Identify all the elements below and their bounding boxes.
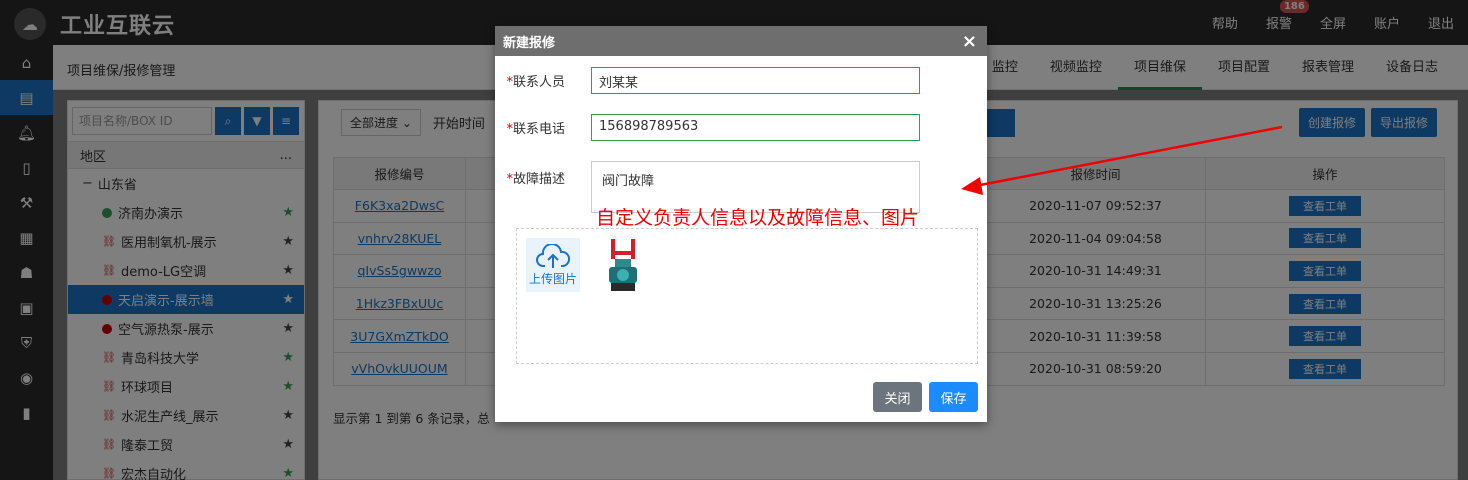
close-button[interactable]: 关闭: [873, 382, 922, 412]
annotation-text: 自定义负责人信息以及故障信息、图片: [596, 207, 920, 229]
valve-image-thumbnail[interactable]: [605, 237, 641, 295]
image-upload-area: 上传图片: [516, 228, 978, 364]
dialog-title: 新建报修: [503, 35, 556, 51]
phone-label: *联系电话: [506, 122, 565, 137]
description-label: *故障描述: [506, 172, 565, 187]
phone-row: *联系电话 156898789563: [495, 114, 920, 141]
upload-label: 上传图片: [528, 271, 577, 286]
phone-input[interactable]: 156898789563: [591, 114, 920, 141]
contact-row: *联系人员 刘某某: [495, 67, 920, 94]
cloud-upload-icon: [536, 243, 570, 268]
dialog-header: 新建报修 ×: [495, 26, 987, 56]
save-button[interactable]: 保存: [929, 382, 978, 412]
contact-input[interactable]: 刘某某: [591, 67, 920, 94]
contact-label: *联系人员: [506, 75, 565, 90]
close-icon[interactable]: ×: [962, 31, 977, 52]
upload-image-button[interactable]: 上传图片: [526, 238, 580, 292]
